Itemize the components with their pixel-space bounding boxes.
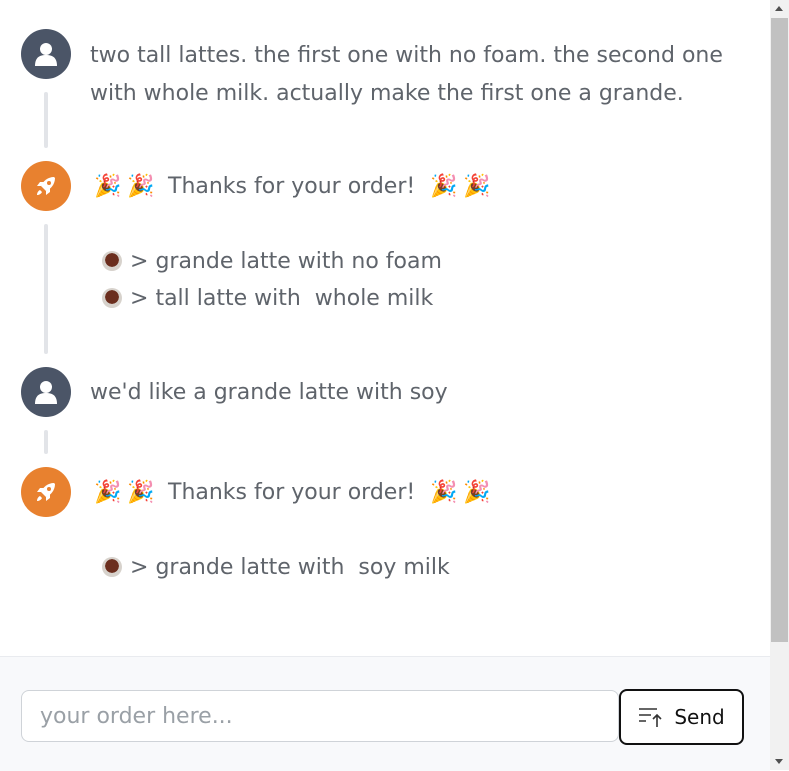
coffee-icon (102, 251, 122, 271)
order-item: > grande latte with soy milk (94, 553, 450, 583)
coffee-icon (102, 288, 122, 308)
party-popper-icon: 🎉 (127, 480, 155, 505)
party-popper-icon: 🎉 (127, 174, 155, 199)
party-popper-icon: 🎉 (430, 480, 458, 505)
item-text: grande latte with soy milk (155, 555, 450, 580)
order-input[interactable] (21, 690, 619, 742)
item-text: grande latte with no foam (155, 249, 442, 274)
scroll-up-arrow-icon[interactable] (775, 6, 783, 11)
party-popper-icon: 🎉 (463, 480, 491, 505)
bot-avatar (21, 467, 71, 517)
user-message: we'd like a grande latte with soy (90, 380, 448, 405)
confirmation-text: Thanks for your order! (168, 174, 416, 199)
sort-up-icon (639, 708, 662, 727)
item-text: tall latte with whole milk (155, 286, 434, 311)
order-item: > tall latte with whole milk (94, 284, 433, 314)
send-button[interactable]: Send (619, 689, 744, 745)
composer: Send (0, 656, 770, 771)
thread-connector (44, 430, 48, 454)
party-popper-icon: 🎉 (94, 174, 122, 199)
order-confirmation: 🎉 🎉 Thanks for your order! 🎉 🎉 (94, 172, 491, 202)
rocket-icon (37, 177, 55, 195)
user-icon (35, 381, 57, 404)
item-prefix: > (130, 555, 149, 580)
user-avatar (21, 367, 71, 417)
user-icon (35, 43, 57, 66)
thread-connector (44, 224, 48, 354)
scroll-down-arrow-icon[interactable] (775, 759, 783, 764)
order-item: > grande latte with no foam (94, 247, 442, 277)
scroll-thumb[interactable] (771, 18, 788, 642)
party-popper-icon: 🎉 (463, 174, 491, 199)
user-avatar (21, 29, 71, 79)
order-confirmation: 🎉 🎉 Thanks for your order! 🎉 🎉 (94, 478, 491, 508)
scrollbar[interactable] (770, 0, 789, 770)
confirmation-text: Thanks for your order! (168, 480, 416, 505)
coffee-icon (102, 557, 122, 577)
thread-connector (44, 92, 48, 148)
party-popper-icon: 🎉 (94, 480, 122, 505)
bot-avatar (21, 161, 71, 211)
item-prefix: > (130, 286, 149, 311)
item-prefix: > (130, 249, 149, 274)
user-message: two tall lattes. the first one with no f… (90, 43, 723, 106)
chat-history: two tall lattes. the first one with no f… (0, 0, 770, 656)
send-label: Send (674, 705, 725, 729)
party-popper-icon: 🎉 (430, 174, 458, 199)
rocket-icon (37, 483, 55, 501)
